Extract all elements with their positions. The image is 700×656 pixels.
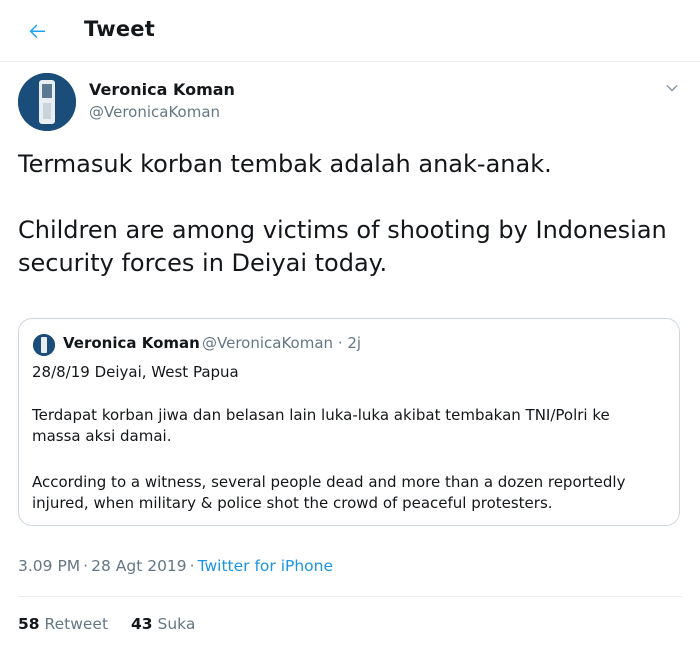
author-handle[interactable]: @VeronicaKoman [89,103,220,121]
tweet-text-line: Termasuk korban tembak adalah anak-anak. [18,150,552,178]
quoted-avatar [33,334,55,356]
quoted-avatar-image [33,334,55,356]
tweet-stats: 58 Retweet 43 Suka [18,615,195,633]
quoted-tweet[interactable]: Veronica Koman @VeronicaKoman · 2j 28/8/… [18,318,680,526]
back-button[interactable] [22,16,52,46]
page-header: Tweet [0,0,700,62]
retweet-count: 58 [18,615,40,633]
quoted-text-line: Terdapat korban jiwa dan belasan lain lu… [32,406,610,445]
source-link[interactable]: Twitter for iPhone [198,557,333,575]
quoted-author-name: Veronica Koman [63,334,200,352]
divider [18,596,682,597]
quoted-separator: · [337,334,343,352]
like-stat[interactable]: 43 Suka [131,615,195,633]
retweet-stat[interactable]: 58 Retweet [18,615,108,633]
author-name[interactable]: Veronica Koman [89,80,235,99]
tweet-timestamp: 3.09 PM · 28 Agt 2019 · Twitter for iPhone [18,557,333,575]
quoted-meta: @VeronicaKoman · 2j [202,334,361,352]
arrow-left-icon [29,24,45,39]
chevron-down-icon [666,84,678,92]
avatar[interactable] [18,73,76,131]
tweet-time[interactable]: 3.09 PM [18,557,80,575]
quoted-text-line: According to a witness, several people d… [32,473,626,512]
quoted-text-line: 28/8/19 Deiyai, West Papua [32,363,239,381]
source-separator: · [189,557,195,575]
page-title: Tweet [84,17,155,41]
quoted-author-handle: @VeronicaKoman [202,334,334,352]
tweet-date[interactable]: 28 Agt 2019 [91,557,187,575]
tweet-menu-button[interactable] [662,78,682,98]
timestamp-separator: · [83,557,89,575]
like-count: 43 [130,615,153,633]
tweet-text-line: Children are among victims of shooting b… [18,216,667,277]
quoted-age: 2j [347,334,362,352]
avatar-image [18,73,76,131]
like-label: Suka [157,615,196,633]
retweet-label: Retweet [44,615,109,633]
